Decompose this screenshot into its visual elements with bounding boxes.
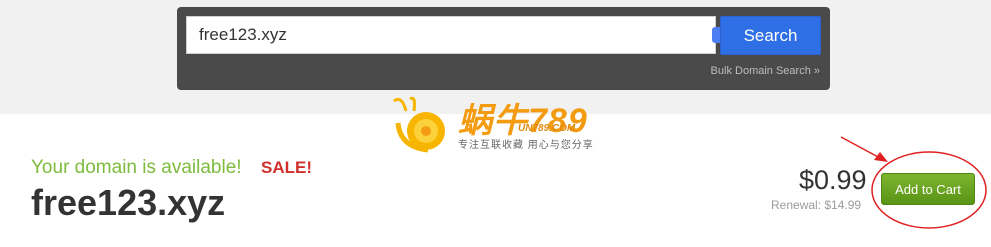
search-panel: Search Bulk Domain Search » — [177, 7, 830, 90]
watermark-slogan: 专注互联收藏 用心与您分享 — [458, 140, 594, 151]
watermark-logo: 蜗牛789 UN789.COM 专注互联收藏 用心与您分享 — [388, 93, 618, 153]
snail-logo-icon — [393, 96, 445, 153]
domain-name-title: free123.xyz — [31, 182, 226, 223]
bulk-domain-search-link[interactable]: Bulk Domain Search » — [711, 65, 820, 77]
annotation-arrow-line — [840, 136, 881, 159]
input-edge-icon — [712, 27, 720, 43]
annotation-arrow-head-icon — [874, 152, 888, 162]
domain-search-input[interactable] — [186, 16, 716, 54]
renewal-price: Renewal: $14.99 — [771, 198, 862, 212]
watermark-domain: UN789.COM — [518, 123, 576, 134]
search-button[interactable]: Search — [720, 16, 821, 55]
add-to-cart-button[interactable]: Add to Cart — [881, 173, 975, 205]
sale-badge: SALE! — [261, 158, 312, 177]
watermark-title: 蜗牛789 — [458, 102, 588, 140]
availability-message: Your domain is available! — [31, 157, 242, 178]
price: $0.99 — [799, 165, 867, 195]
